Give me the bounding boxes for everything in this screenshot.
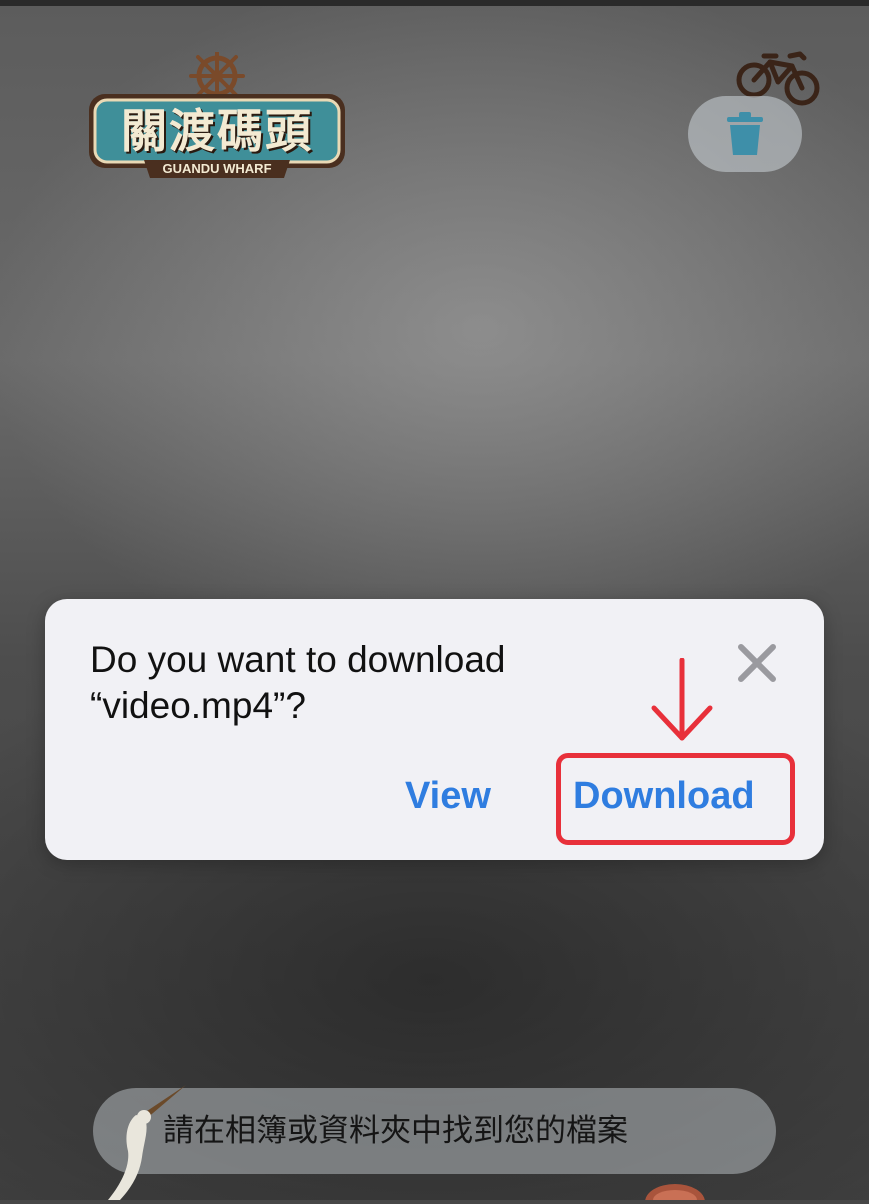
logo-subtitle: GUANDU WHARF <box>162 161 272 176</box>
download-highlight-box <box>556 753 795 845</box>
close-button[interactable] <box>735 641 779 685</box>
delete-button[interactable] <box>688 96 802 172</box>
top-edge <box>0 0 869 6</box>
guandu-wharf-logo: 關渡碼頭 GUANDU WHARF <box>86 48 348 180</box>
view-button[interactable]: View <box>405 775 491 818</box>
logo-title: 關渡碼頭 <box>121 104 313 158</box>
toast-text: 請在相簿或資料夾中找到您的檔案 <box>163 1113 628 1149</box>
arrow-down-icon <box>650 657 714 744</box>
dialog-title-line-2: “video.mp4”? <box>90 685 306 726</box>
toast-message: 請在相簿或資料夾中找到您的檔案 <box>93 1088 776 1174</box>
trash-icon <box>727 112 763 155</box>
dialog-title: Do you want to download “video.mp4”? <box>90 637 690 729</box>
crab-illustration <box>630 1170 720 1204</box>
close-icon <box>738 644 776 682</box>
heron-illustration <box>84 1075 194 1200</box>
dialog-title-line-1: Do you want to download <box>90 639 506 680</box>
